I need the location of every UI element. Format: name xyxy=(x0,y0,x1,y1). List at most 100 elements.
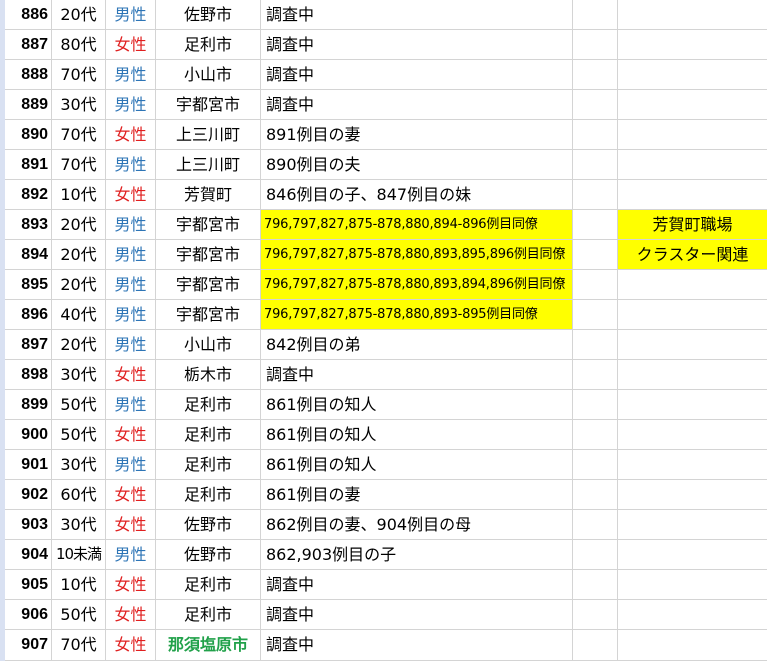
note-cell-highlighted[interactable]: 796,797,827,875-878,880,893,894,896例目同僚 xyxy=(261,270,573,300)
extra-cell[interactable] xyxy=(618,90,767,120)
age-cell[interactable]: 50代 xyxy=(52,390,106,420)
empty-cell[interactable] xyxy=(573,270,618,300)
extra-cell[interactable] xyxy=(618,480,767,510)
note-cell[interactable]: 861例目の知人 xyxy=(261,390,573,420)
table-row[interactable]: 907 70代 女性 那須塩原市 調査中 xyxy=(0,630,767,661)
table-row[interactable]: 890 70代 女性 上三川町 891例目の妻 xyxy=(0,120,767,150)
sex-cell[interactable]: 女性 xyxy=(106,480,156,510)
age-cell[interactable]: 10代 xyxy=(52,570,106,600)
case-number-cell[interactable]: 892 xyxy=(5,180,52,210)
table-row[interactable]: 891 70代 男性 上三川町 890例目の夫 xyxy=(0,150,767,180)
empty-cell[interactable] xyxy=(573,540,618,570)
table-row[interactable]: 888 70代 男性 小山市 調査中 xyxy=(0,60,767,90)
sex-cell[interactable]: 男性 xyxy=(106,90,156,120)
note-cell[interactable]: 846例目の子、847例目の妹 xyxy=(261,180,573,210)
case-number-cell[interactable]: 905 xyxy=(5,570,52,600)
sex-cell[interactable]: 女性 xyxy=(106,420,156,450)
cluster-note-line1[interactable]: 芳賀町職場 xyxy=(618,210,767,240)
age-cell[interactable]: 10代 xyxy=(52,180,106,210)
extra-cell[interactable] xyxy=(618,330,767,360)
extra-cell[interactable] xyxy=(618,270,767,300)
empty-cell[interactable] xyxy=(573,120,618,150)
table-row[interactable]: 893 20代 男性 宇都宮市 796,797,827,875-878,880,… xyxy=(0,210,767,240)
city-cell[interactable]: 足利市 xyxy=(156,390,261,420)
case-number-cell[interactable]: 906 xyxy=(5,600,52,630)
sex-cell[interactable]: 女性 xyxy=(106,120,156,150)
table-row[interactable]: 892 10代 女性 芳賀町 846例目の子、847例目の妹 xyxy=(0,180,767,210)
age-cell[interactable]: 30代 xyxy=(52,90,106,120)
table-row[interactable]: 905 10代 女性 足利市 調査中 xyxy=(0,570,767,600)
table-row[interactable]: 901 30代 男性 足利市 861例目の知人 xyxy=(0,450,767,480)
table-row[interactable]: 900 50代 女性 足利市 861例目の知人 xyxy=(0,420,767,450)
table-row[interactable]: 895 20代 男性 宇都宮市 796,797,827,875-878,880,… xyxy=(0,270,767,300)
case-number-cell[interactable]: 897 xyxy=(5,330,52,360)
empty-cell[interactable] xyxy=(573,630,618,661)
empty-cell[interactable] xyxy=(573,60,618,90)
empty-cell[interactable] xyxy=(573,570,618,600)
empty-cell[interactable] xyxy=(573,300,618,330)
extra-cell[interactable] xyxy=(618,180,767,210)
age-cell[interactable]: 80代 xyxy=(52,30,106,60)
extra-cell[interactable] xyxy=(618,570,767,600)
extra-cell[interactable] xyxy=(618,600,767,630)
case-number-cell[interactable]: 890 xyxy=(5,120,52,150)
age-cell[interactable]: 50代 xyxy=(52,420,106,450)
age-cell[interactable]: 70代 xyxy=(52,150,106,180)
sex-cell[interactable]: 男性 xyxy=(106,60,156,90)
cluster-note-line2[interactable]: クラスター関連 xyxy=(618,240,767,270)
note-cell[interactable]: 890例目の夫 xyxy=(261,150,573,180)
age-cell[interactable]: 20代 xyxy=(52,0,106,30)
note-cell[interactable]: 調査中 xyxy=(261,90,573,120)
city-cell[interactable]: 宇都宮市 xyxy=(156,90,261,120)
city-cell[interactable]: 宇都宮市 xyxy=(156,270,261,300)
age-cell[interactable]: 50代 xyxy=(52,600,106,630)
sex-cell[interactable]: 男性 xyxy=(106,450,156,480)
extra-cell[interactable] xyxy=(618,630,767,661)
table-row[interactable]: 887 80代 女性 足利市 調査中 xyxy=(0,30,767,60)
empty-cell[interactable] xyxy=(573,420,618,450)
extra-cell[interactable] xyxy=(618,540,767,570)
city-cell[interactable]: 足利市 xyxy=(156,30,261,60)
empty-cell[interactable] xyxy=(573,180,618,210)
sex-cell[interactable]: 男性 xyxy=(106,300,156,330)
empty-cell[interactable] xyxy=(573,330,618,360)
sex-cell[interactable]: 男性 xyxy=(106,210,156,240)
note-cell[interactable]: 861例目の妻 xyxy=(261,480,573,510)
age-cell[interactable]: 30代 xyxy=(52,510,106,540)
city-cell[interactable]: 宇都宮市 xyxy=(156,240,261,270)
age-cell[interactable]: 70代 xyxy=(52,630,106,661)
case-number-cell[interactable]: 891 xyxy=(5,150,52,180)
sex-cell[interactable]: 女性 xyxy=(106,600,156,630)
empty-cell[interactable] xyxy=(573,450,618,480)
table-row[interactable]: 896 40代 男性 宇都宮市 796,797,827,875-878,880,… xyxy=(0,300,767,330)
case-number-cell[interactable]: 889 xyxy=(5,90,52,120)
note-cell-highlighted[interactable]: 796,797,827,875-878,880,893,895,896例目同僚 xyxy=(261,240,573,270)
note-cell[interactable]: 862例目の妻、904例目の母 xyxy=(261,510,573,540)
age-cell[interactable]: 30代 xyxy=(52,450,106,480)
case-number-cell[interactable]: 904 xyxy=(5,540,52,570)
sex-cell[interactable]: 女性 xyxy=(106,180,156,210)
city-cell[interactable]: 上三川町 xyxy=(156,150,261,180)
extra-cell[interactable] xyxy=(618,60,767,90)
sex-cell[interactable]: 女性 xyxy=(106,30,156,60)
extra-cell[interactable] xyxy=(618,0,767,30)
note-cell[interactable]: 調査中 xyxy=(261,30,573,60)
sex-cell[interactable]: 男性 xyxy=(106,330,156,360)
age-cell[interactable]: 10未満 xyxy=(52,540,106,570)
table-row[interactable]: 904 10未満 男性 佐野市 862,903例目の子 xyxy=(0,540,767,570)
case-number-cell[interactable]: 893 xyxy=(5,210,52,240)
case-number-cell[interactable]: 903 xyxy=(5,510,52,540)
case-number-cell[interactable]: 896 xyxy=(5,300,52,330)
city-cell[interactable]: 足利市 xyxy=(156,600,261,630)
city-cell[interactable]: 足利市 xyxy=(156,480,261,510)
sex-cell[interactable]: 男性 xyxy=(106,0,156,30)
city-cell[interactable]: 芳賀町 xyxy=(156,180,261,210)
extra-cell[interactable] xyxy=(618,360,767,390)
table-row[interactable]: 898 30代 女性 栃木市 調査中 xyxy=(0,360,767,390)
note-cell[interactable]: 862,903例目の子 xyxy=(261,540,573,570)
empty-cell[interactable] xyxy=(573,600,618,630)
note-cell-highlighted[interactable]: 796,797,827,875-878,880,894-896例目同僚 xyxy=(261,210,573,240)
sex-cell[interactable]: 女性 xyxy=(106,630,156,661)
sex-cell[interactable]: 男性 xyxy=(106,150,156,180)
empty-cell[interactable] xyxy=(573,150,618,180)
